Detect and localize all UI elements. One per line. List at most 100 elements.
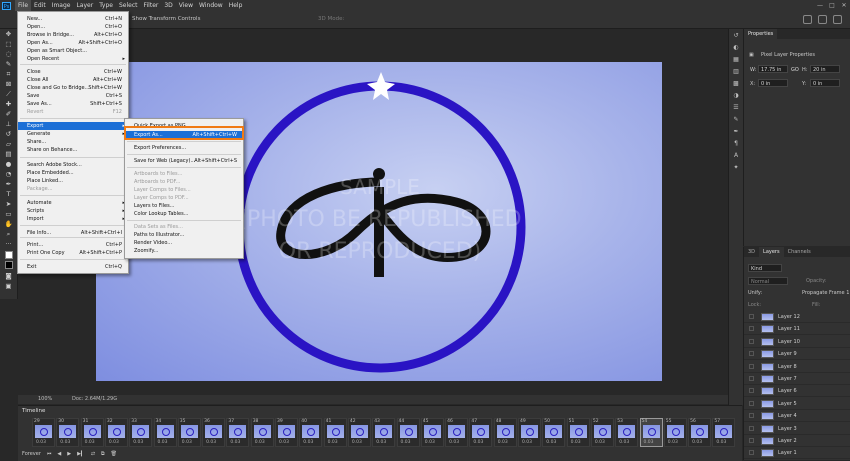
- timeline-frame[interactable]: 34 0.03: [153, 418, 177, 447]
- history-icon[interactable]: ↺: [729, 29, 743, 41]
- frame-delay[interactable]: 0.03: [449, 440, 459, 445]
- layer-name[interactable]: Layer 6: [778, 388, 797, 394]
- frame-delay[interactable]: 0.03: [328, 440, 338, 445]
- patterns-icon[interactable]: ▩: [729, 77, 743, 89]
- file-menu-item[interactable]: Save Ctrl+S: [18, 92, 128, 100]
- export-menu-item[interactable]: Zoomify...: [125, 247, 243, 255]
- layer-row[interactable]: Layer 7: [744, 373, 850, 385]
- layer-row[interactable]: Layer 10: [744, 336, 850, 348]
- frame-delay[interactable]: 0.03: [230, 440, 240, 445]
- visibility-eye-icon[interactable]: [749, 363, 754, 369]
- frame-delay[interactable]: 0.03: [473, 440, 483, 445]
- file-menu-item[interactable]: Import▸: [18, 215, 128, 223]
- frame-delay[interactable]: 0.03: [85, 440, 95, 445]
- width-field[interactable]: 17.75 in: [758, 65, 788, 73]
- marquee-tool-icon[interactable]: ⬚: [0, 39, 17, 49]
- propagate-frame-checkbox[interactable]: Propagate Frame 1: [802, 290, 849, 296]
- delete-frame-icon[interactable]: 🗑: [111, 451, 117, 457]
- layer-row[interactable]: Layer 5: [744, 398, 850, 410]
- layer-name[interactable]: Layer 11: [778, 326, 800, 332]
- menu-file[interactable]: File: [15, 0, 32, 11]
- frame-delay[interactable]: 0.03: [182, 440, 192, 445]
- file-menu-item[interactable]: Open Recent ▸: [18, 55, 128, 63]
- layer-row[interactable]: Layer 2: [744, 435, 850, 447]
- move-tool-icon[interactable]: ✥: [0, 29, 17, 39]
- hand-tool-icon[interactable]: ✋: [0, 219, 17, 229]
- layer-row[interactable]: Layer 3: [744, 423, 850, 435]
- previous-frame-icon[interactable]: ◀: [57, 451, 61, 457]
- minimize-button[interactable]: —: [814, 0, 826, 11]
- screen-mode-icon[interactable]: ▣: [0, 281, 17, 291]
- frame-delay[interactable]: 0.03: [425, 440, 435, 445]
- frame-delay[interactable]: 0.03: [716, 440, 726, 445]
- file-menu-item[interactable]: Close All Alt+Ctrl+W: [18, 76, 128, 84]
- timeline-frame[interactable]: 54 0.03: [639, 418, 663, 447]
- frame-delay[interactable]: 0.03: [133, 440, 143, 445]
- layer-row[interactable]: Layer 12: [744, 311, 850, 323]
- menu-layer[interactable]: Layer: [73, 0, 96, 11]
- file-menu-item[interactable]: Export▸: [18, 122, 128, 130]
- timeline-frame[interactable]: 55 0.03: [663, 418, 687, 447]
- frame-delay[interactable]: 0.03: [206, 440, 216, 445]
- frame-delay[interactable]: 0.03: [571, 440, 581, 445]
- x-field[interactable]: 0 in: [758, 79, 788, 87]
- frame-delay[interactable]: 0.03: [36, 440, 46, 445]
- crop-tool-icon[interactable]: ⌗: [0, 69, 17, 79]
- timeline-frame[interactable]: 51 0.03: [566, 418, 590, 447]
- close-button[interactable]: ✕: [838, 0, 850, 11]
- file-menu-item[interactable]: Close and Go to Bridge... Shift+Ctrl+W: [18, 84, 128, 92]
- type-tool-icon[interactable]: T: [0, 189, 17, 199]
- layer-name[interactable]: Layer 5: [778, 401, 797, 407]
- blend-mode-select[interactable]: Normal: [748, 277, 788, 285]
- layer-row[interactable]: Layer 1: [744, 447, 850, 460]
- timeline-frame[interactable]: 48 0.03: [493, 418, 517, 447]
- frame-delay[interactable]: 0.03: [255, 440, 265, 445]
- export-menu-item[interactable]: Paths to Illustrator...: [125, 231, 243, 239]
- background-color-swatch[interactable]: [4, 261, 13, 269]
- play-icon[interactable]: ▶: [67, 451, 71, 457]
- y-field[interactable]: 0 in: [810, 79, 840, 87]
- export-menu-item[interactable]: Color Lookup Tables...: [125, 210, 243, 218]
- timeline-frame[interactable]: 50 0.03: [542, 418, 566, 447]
- frame-delay[interactable]: 0.03: [668, 440, 678, 445]
- frame-delay[interactable]: 0.03: [352, 440, 362, 445]
- workspace-icon[interactable]: [818, 15, 827, 24]
- layer-row[interactable]: Layer 9: [744, 348, 850, 361]
- export-menu-item[interactable]: Layer Comps to PDF...: [125, 194, 243, 202]
- search-icon[interactable]: [803, 15, 812, 24]
- history-brush-tool-icon[interactable]: ↺: [0, 129, 17, 139]
- paragraph-icon[interactable]: ¶: [729, 137, 743, 149]
- timeline-frame[interactable]: 49 0.03: [518, 418, 541, 447]
- frame-tool-icon[interactable]: ⊠: [0, 79, 17, 89]
- visibility-eye-icon[interactable]: [749, 400, 754, 406]
- file-menu-item[interactable]: Open as Smart Object...: [18, 47, 128, 55]
- layer-name[interactable]: Layer 2: [778, 438, 797, 444]
- path-select-tool-icon[interactable]: ➤: [0, 199, 17, 209]
- frame-delay[interactable]: 0.03: [498, 440, 508, 445]
- paths-icon[interactable]: ✒: [729, 125, 743, 137]
- timeline-frame[interactable]: 42 0.03: [347, 418, 371, 447]
- brushes-icon[interactable]: ✎: [729, 113, 743, 125]
- file-menu-item[interactable]: Print One Copy Alt+Shift+Ctrl+P: [18, 249, 128, 257]
- timeline-frame[interactable]: 37 0.03: [226, 418, 250, 447]
- file-menu-item[interactable]: New... Ctrl+N: [18, 15, 128, 23]
- timeline-frame[interactable]: 44 0.03: [396, 418, 420, 447]
- timeline-frame[interactable]: 35 0.03: [177, 418, 201, 447]
- file-menu-item[interactable]: Browse in Bridge... Alt+Ctrl+O: [18, 31, 128, 39]
- filter-kind-select[interactable]: Kind: [748, 264, 782, 272]
- visibility-eye-icon[interactable]: [749, 314, 754, 319]
- adjustments-icon[interactable]: ◑: [729, 89, 743, 101]
- export-menu-item[interactable]: Save for Web (Legacy)... Alt+Shift+Ctrl+S: [125, 157, 243, 165]
- timeline-frame[interactable]: 53 0.03: [615, 418, 639, 447]
- more-tools-icon[interactable]: ···: [0, 239, 17, 249]
- visibility-eye-icon[interactable]: [749, 413, 754, 419]
- show-transform-controls-label[interactable]: Show Transform Controls: [132, 16, 200, 22]
- frame-delay[interactable]: 0.03: [546, 440, 556, 445]
- frame-delay[interactable]: 0.03: [595, 440, 605, 445]
- maximize-button[interactable]: □: [826, 0, 838, 11]
- frame-delay[interactable]: 0.03: [644, 440, 654, 445]
- eyedropper-tool-icon[interactable]: ⟋: [0, 89, 17, 99]
- glyphs-icon[interactable]: A: [729, 149, 743, 161]
- layer-name[interactable]: Layer 12: [778, 314, 800, 320]
- export-menu-item[interactable]: Export Preferences...: [125, 144, 243, 152]
